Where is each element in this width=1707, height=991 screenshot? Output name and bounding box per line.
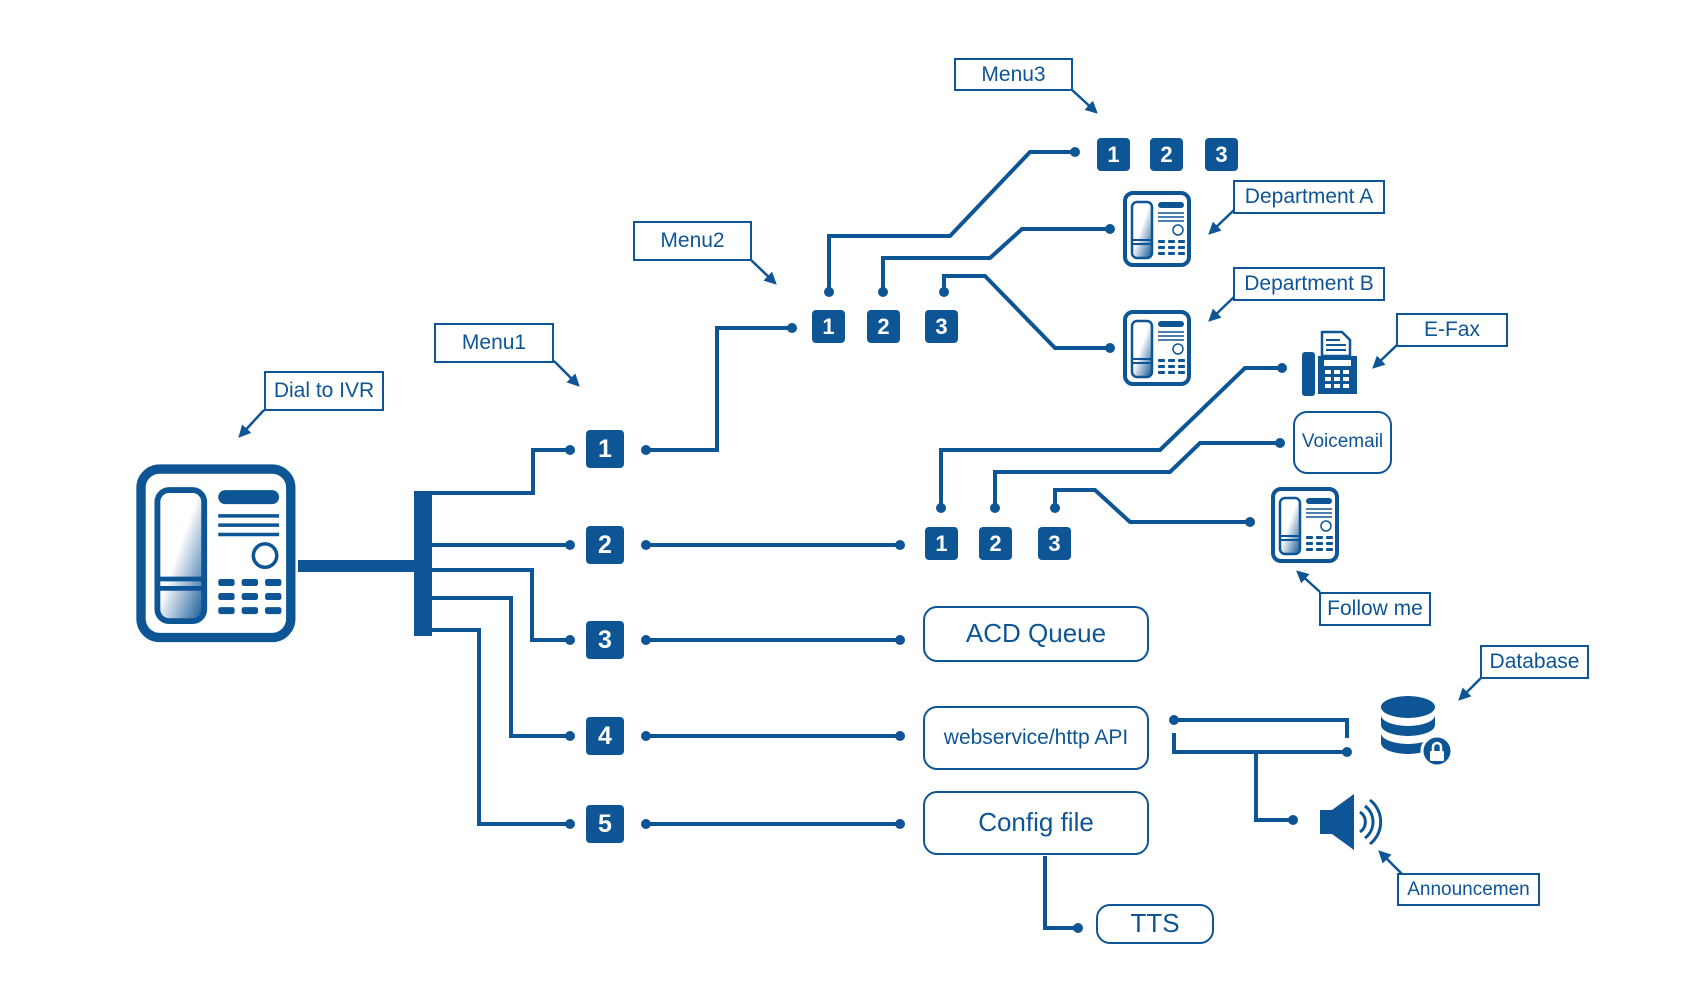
link-follow-me	[1053, 488, 1250, 524]
menu3-option-2[interactable]: 2	[1150, 138, 1183, 171]
config-file-box[interactable]: Config file	[923, 791, 1149, 855]
branch-5	[432, 628, 570, 826]
link-menu2	[646, 326, 792, 452]
link-speaker	[1254, 752, 1293, 822]
callout-database: Database	[1480, 645, 1589, 679]
menu3-option-1[interactable]: 1	[1097, 138, 1130, 171]
bus-bar	[414, 491, 432, 636]
branch-1	[432, 448, 570, 495]
menu1-option-4[interactable]: 4	[586, 717, 624, 755]
fax-icon	[1302, 330, 1357, 396]
dept-a-phone-icon	[1123, 191, 1191, 267]
callout-dial-to-ivr: Dial to IVR	[264, 371, 384, 411]
speaker-icon	[1320, 794, 1383, 850]
link-tts	[1043, 856, 1078, 930]
callout-menu3: Menu3	[954, 58, 1073, 91]
voicemail-box[interactable]: Voicemail	[1293, 411, 1392, 474]
follow-me-phone-icon	[1271, 487, 1339, 563]
dept-b-phone-icon	[1123, 310, 1191, 386]
link-dept-a	[881, 227, 1110, 292]
submenu-option-3[interactable]: 3	[1038, 527, 1071, 560]
database-lock-icon	[1381, 696, 1454, 768]
menu1-option-2[interactable]: 2	[586, 526, 624, 564]
callout-menu1: Menu1	[434, 323, 554, 363]
callout-efax: E-Fax	[1396, 313, 1508, 347]
acd-queue-box[interactable]: ACD Queue	[923, 606, 1149, 662]
link-db-2	[1172, 733, 1347, 754]
link-voicemail	[993, 441, 1280, 508]
callout-follow-me: Follow me	[1319, 592, 1431, 626]
callout-announcement: Announcemen	[1397, 873, 1540, 906]
link-dept-b	[942, 274, 1110, 350]
webservice-box[interactable]: webservice/http API	[923, 706, 1149, 770]
menu2-option-2[interactable]: 2	[867, 310, 900, 343]
callout-menu2: Menu2	[633, 221, 752, 261]
menu1-option-3[interactable]: 3	[586, 621, 624, 659]
callout-department-a: Department A	[1233, 180, 1385, 214]
menu2-option-1[interactable]: 1	[812, 310, 845, 343]
link-menu3	[827, 150, 1075, 292]
menu1-option-5[interactable]: 5	[586, 805, 624, 843]
caller-phone-icon	[141, 469, 291, 637]
submenu-option-1[interactable]: 1	[925, 527, 958, 560]
link-efax	[939, 366, 1282, 508]
menu3-option-3[interactable]: 3	[1205, 138, 1238, 171]
branch-4	[432, 596, 570, 738]
link-db-1	[1174, 718, 1349, 738]
tts-box[interactable]: TTS	[1096, 904, 1214, 944]
callout-department-b: Department B	[1233, 267, 1385, 301]
menu1-option-1[interactable]: 1	[586, 430, 624, 468]
submenu-option-2[interactable]: 2	[979, 527, 1012, 560]
connector-lines	[0, 88, 1484, 933]
menu2-option-3[interactable]: 3	[925, 310, 958, 343]
